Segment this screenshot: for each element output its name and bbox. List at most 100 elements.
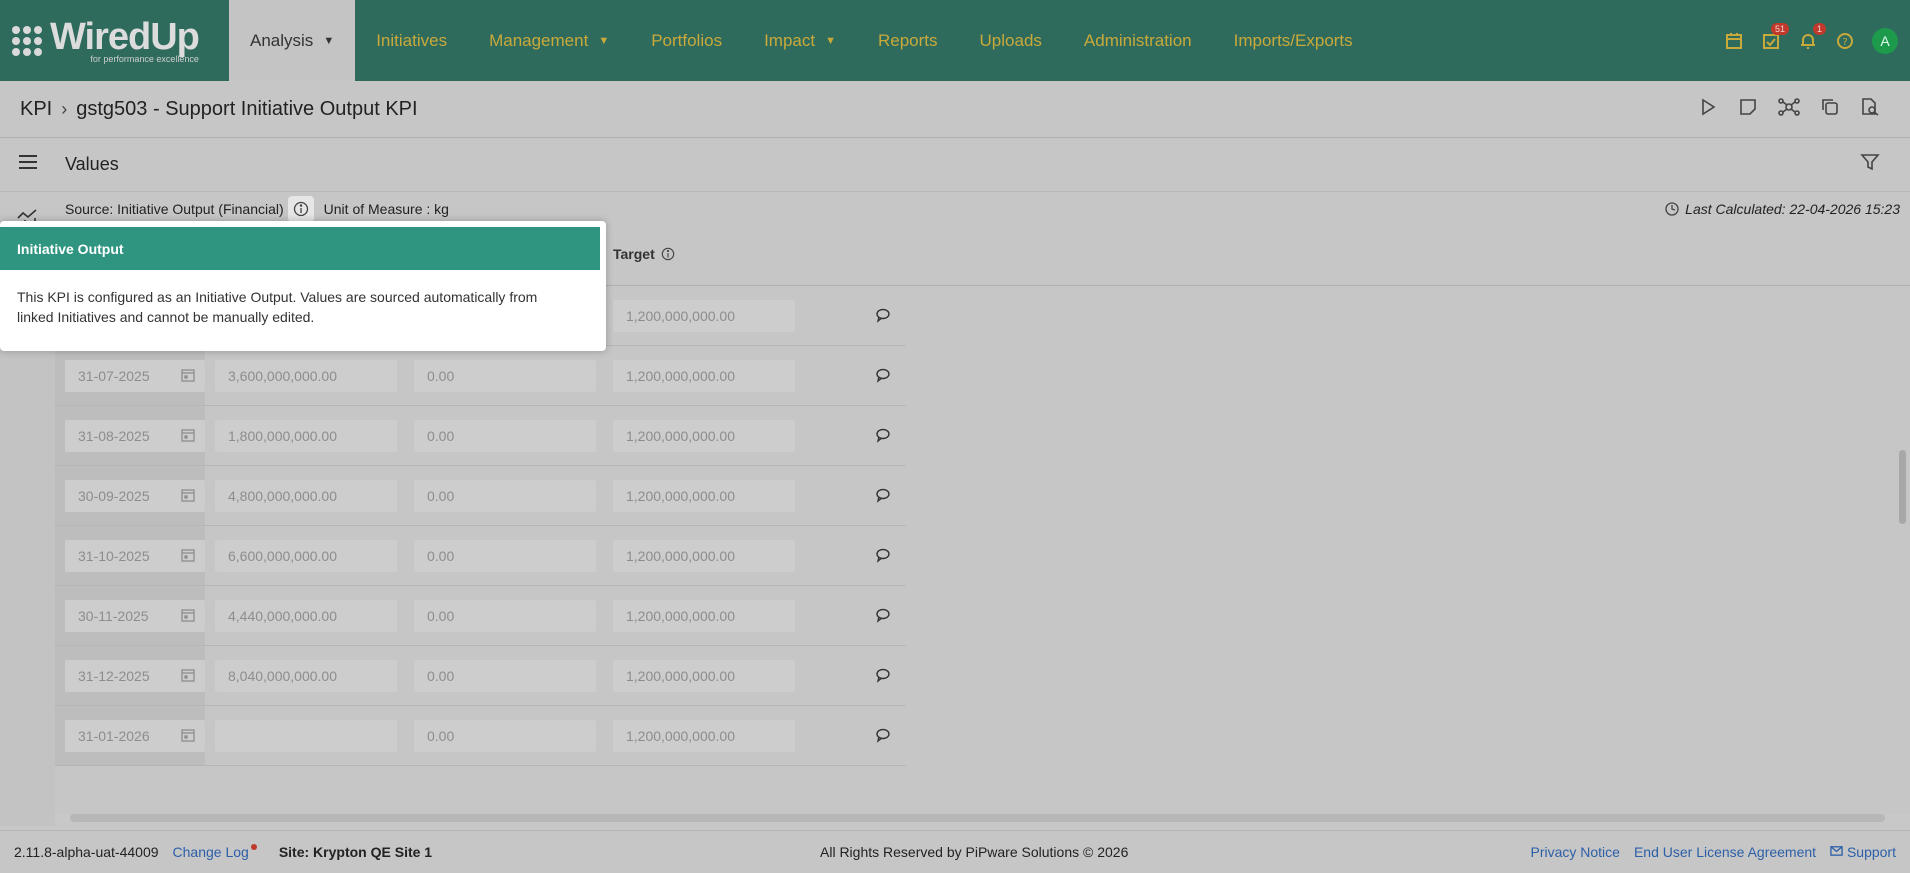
user-avatar[interactable]: A: [1872, 27, 1898, 54]
copy-icon[interactable]: [1820, 97, 1840, 122]
change-log-link[interactable]: Change Log: [173, 844, 257, 860]
tasks-icon[interactable]: 51: [1761, 22, 1789, 51]
support-link[interactable]: Support: [1830, 844, 1896, 860]
forecast-input[interactable]: 0.00: [414, 480, 596, 512]
hamburger-menu-icon[interactable]: [18, 153, 38, 176]
forecast-input[interactable]: 0.00: [414, 540, 596, 572]
nav-item-initiatives[interactable]: Initiatives: [355, 0, 468, 81]
section-title: Values: [65, 154, 119, 174]
help-icon[interactable]: ?: [1835, 31, 1855, 51]
date-input[interactable]: 30-09-2025: [65, 480, 205, 512]
target-input[interactable]: 1,200,000,000.00: [613, 420, 795, 452]
table-row: 31-01-2026 0.00 1,200,000,000.00: [55, 706, 906, 766]
source-label: Source: Initiative Output (Financial): [65, 201, 284, 217]
table-row: 31-10-2025 6,600,000,000.00 0.00 1,200,0…: [55, 526, 906, 586]
date-input[interactable]: 30-11-2025: [65, 600, 205, 632]
network-icon[interactable]: [1778, 97, 1800, 122]
filter-icon[interactable]: [1860, 152, 1880, 177]
comment-icon[interactable]: [875, 727, 891, 748]
table-row: 31-07-2025 3,600,000,000.00 0.00 1,200,0…: [55, 346, 906, 406]
nav-item-portfolios[interactable]: Portfolios: [630, 0, 743, 81]
section-header: Values: [0, 138, 1910, 192]
nav-item-label: Uploads: [979, 30, 1042, 50]
forecast-input[interactable]: 0.00: [414, 600, 596, 632]
comment-icon[interactable]: [875, 487, 891, 508]
nav-item-label: Portfolios: [651, 30, 723, 50]
nav-item-label: Management: [489, 30, 589, 50]
tasks-badge: 51: [1770, 22, 1789, 35]
last-calculated-text: Last Calculated: 22-04-2026 15:23: [1685, 201, 1900, 217]
date-input[interactable]: 31-01-2026: [65, 720, 205, 752]
target-input[interactable]: 1,200,000,000.00: [613, 600, 795, 632]
actual-input[interactable]: 4,440,000,000.00: [215, 600, 397, 632]
caret-down-icon: ▼: [825, 34, 836, 47]
bell-icon[interactable]: 1: [1798, 22, 1826, 51]
nav-item-impact[interactable]: Impact ▼: [743, 0, 857, 81]
calendar-icon: [181, 429, 195, 442]
table-row: 31-12-2025 8,040,000,000.00 0.00 1,200,0…: [55, 646, 906, 706]
actual-input[interactable]: 4,800,000,000.00: [215, 480, 397, 512]
target-input[interactable]: 1,200,000,000.00: [613, 540, 795, 572]
nav-item-analysis[interactable]: Analysis ▼: [229, 0, 356, 81]
nav-item-label: Analysis: [250, 30, 314, 50]
target-input[interactable]: 1,200,000,000.00: [613, 480, 795, 512]
popover-body: This KPI is configured as an Initiative …: [17, 289, 538, 325]
forecast-input[interactable]: 0.00: [414, 660, 596, 692]
note-icon[interactable]: [1738, 97, 1758, 122]
comment-icon[interactable]: [875, 367, 891, 388]
target-input[interactable]: 1,200,000,000.00: [613, 300, 795, 332]
nav-item-imports-exports[interactable]: Imports/Exports: [1213, 0, 1374, 81]
target-input[interactable]: 1,200,000,000.00: [613, 720, 795, 752]
actual-input[interactable]: 1,800,000,000.00: [215, 420, 397, 452]
vertical-scroll-thumb[interactable]: [1899, 450, 1906, 524]
privacy-notice-link[interactable]: Privacy Notice: [1530, 844, 1619, 860]
info-icon[interactable]: [287, 196, 314, 222]
nav-item-uploads[interactable]: Uploads: [959, 0, 1063, 81]
date-input[interactable]: 31-10-2025: [65, 540, 205, 572]
comment-icon[interactable]: [875, 667, 891, 688]
nav-item-label: Reports: [878, 30, 938, 50]
caret-down-icon: ▼: [323, 34, 335, 47]
calendar-icon: [181, 489, 195, 502]
date-value: 31-08-2025: [78, 428, 150, 444]
target-input[interactable]: 1,200,000,000.00: [613, 360, 795, 392]
forecast-input[interactable]: 0.00: [414, 360, 596, 392]
play-icon[interactable]: [1698, 97, 1718, 122]
nav-item-reports[interactable]: Reports: [857, 0, 959, 81]
nav-item-management[interactable]: Management ▼: [468, 0, 630, 81]
date-input[interactable]: 31-08-2025: [65, 420, 205, 452]
calendar-icon: [181, 729, 195, 742]
breadcrumb-root[interactable]: KPI: [20, 98, 52, 121]
chevron-right-icon: ›: [61, 98, 68, 119]
info-icon: [661, 247, 675, 261]
site-label: Site: Krypton QE Site 1: [278, 844, 433, 860]
calendar-icon: [181, 369, 195, 382]
page-title: gstg503 - Support Initiative Output KPI: [76, 97, 418, 120]
actual-input[interactable]: 6,600,000,000.00: [215, 540, 397, 572]
nav-item-administration[interactable]: Administration: [1063, 0, 1213, 81]
logo[interactable]: WiredUp for performance excellence: [0, 0, 229, 81]
target-input[interactable]: 1,200,000,000.00: [613, 660, 795, 692]
vertical-scrollbar[interactable]: [1898, 288, 1908, 778]
actual-input[interactable]: 3,600,000,000.00: [215, 360, 397, 392]
actual-input[interactable]: [215, 720, 397, 752]
comment-icon[interactable]: [875, 427, 891, 448]
nav-item-label: Administration: [1083, 30, 1192, 50]
date-value: 31-10-2025: [78, 548, 150, 564]
forecast-input[interactable]: 0.00: [414, 720, 596, 752]
version: 2.11.8-alpha-uat-44009: [14, 844, 159, 860]
comment-icon[interactable]: [875, 607, 891, 628]
table-row: 30-09-2025 4,800,000,000.00 0.00 1,200,0…: [55, 466, 906, 526]
actual-input[interactable]: 8,040,000,000.00: [215, 660, 397, 692]
eula-link[interactable]: End User License Agreement: [1634, 844, 1816, 860]
comment-icon[interactable]: [875, 547, 891, 568]
forecast-input[interactable]: 0.00: [414, 420, 596, 452]
calendar-icon[interactable]: [1724, 31, 1744, 51]
comment-icon[interactable]: [875, 307, 891, 328]
date-value: 30-09-2025: [78, 488, 150, 504]
document-search-icon[interactable]: [1860, 97, 1880, 122]
horizontal-scrollbar[interactable]: [70, 814, 1885, 822]
date-input[interactable]: 31-12-2025: [65, 660, 205, 692]
date-input[interactable]: 31-07-2025: [65, 360, 205, 392]
column-header-target[interactable]: Target: [613, 246, 675, 262]
